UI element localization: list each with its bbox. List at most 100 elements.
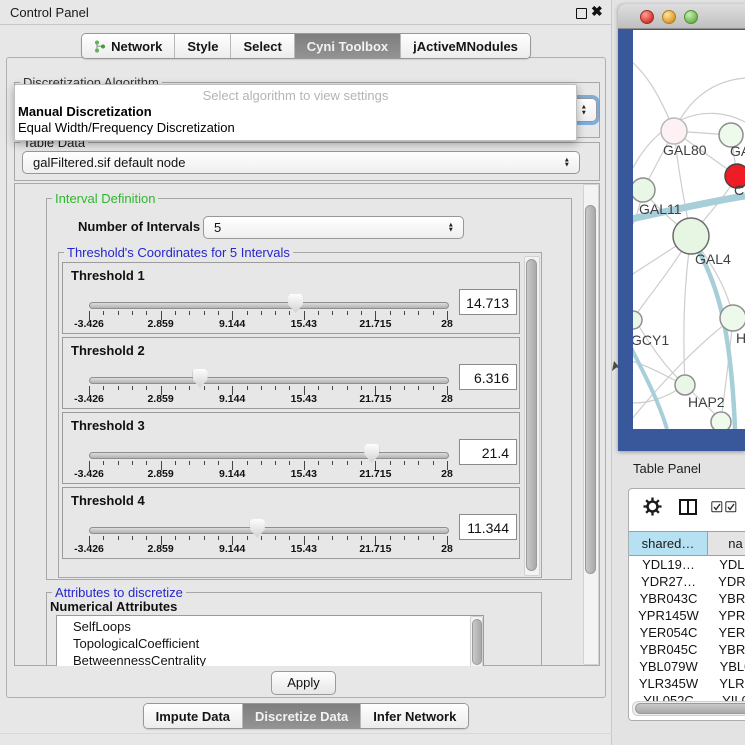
slider-scale-labels: -3.4262.8599.14415.4321.71528	[89, 393, 447, 406]
num-intervals-label: Number of Intervals	[78, 219, 200, 234]
tab-infer-network[interactable]: Infer Network	[361, 704, 468, 728]
label-partial-c: C	[734, 182, 744, 198]
node-hap2[interactable]	[675, 375, 695, 395]
threshold-value-field[interactable]: 6.316	[459, 364, 517, 390]
attribute-item[interactable]: SelfLoops	[57, 618, 483, 635]
attribute-item[interactable]: TopologicalCoefficient	[57, 635, 483, 652]
threshold-value-field[interactable]: 14.713	[459, 289, 517, 315]
slider-scale-labels: -3.4262.8599.14415.4321.71528	[89, 543, 447, 556]
split-columns-icon[interactable]	[679, 499, 697, 515]
table-horizontal-scrollbar[interactable]	[632, 701, 745, 716]
threshold-value-field[interactable]: 11.344	[459, 514, 517, 540]
table-cell: YDL1	[708, 557, 745, 574]
slider-track[interactable]	[89, 302, 449, 309]
table-data-select[interactable]: galFiltered.sif default node ▲ ▼	[22, 151, 580, 174]
outer-scrollbar-thumb[interactable]	[585, 205, 596, 574]
label-gal80: GAL80	[663, 142, 707, 158]
attributes-scrollbar[interactable]	[470, 616, 483, 666]
table-data-selected-value: galFiltered.sif default node	[33, 155, 185, 170]
table-cell: YER054C	[629, 625, 708, 642]
table-cell: YDL19…	[629, 557, 708, 574]
slider-track[interactable]	[89, 527, 449, 534]
numerical-attributes-list[interactable]: SelfLoopsTopologicalCoefficientBetweenne…	[56, 615, 484, 666]
threshold-panel-3: Threshold 3-3.4262.8599.14415.4321.71528…	[62, 412, 520, 484]
table-cell: YBR0	[708, 642, 745, 659]
gear-icon[interactable]	[643, 497, 662, 516]
close-window-icon[interactable]	[640, 10, 654, 24]
table-panel: shared… na YDL19…YDL1YDR27…YDR2YBR043CYB…	[628, 488, 745, 721]
threshold-label: Threshold 4	[71, 493, 145, 508]
bottom-tabs: Impute DataDiscretize DataInfer Network	[143, 703, 470, 729]
thresholds-vertical-scrollbar[interactable]	[524, 256, 540, 576]
threshold-value-field[interactable]: 21.4	[459, 439, 517, 465]
tab-discretize-data[interactable]: Discretize Data	[243, 704, 361, 728]
dropdown-option-equal-width[interactable]: Equal Width/Frequency Discretization	[18, 120, 235, 135]
table-row[interactable]: YBR043CYBR0	[629, 591, 745, 608]
dropdown-option-manual[interactable]: Manual Discretization	[18, 104, 152, 119]
minimize-window-icon[interactable]	[662, 10, 676, 24]
network-window-titlebar[interactable]	[618, 4, 745, 29]
table-row[interactable]: YBR045CYBR0	[629, 642, 745, 659]
table-row[interactable]: YER054CYER0	[629, 625, 745, 642]
attribute-item[interactable]: BetweennessCentrality	[57, 652, 483, 666]
dropdown-prompt: Select algorithm to view settings	[15, 88, 576, 103]
screenshot-root: Control Panel ✖ NetworkStyleSelectCyni T…	[0, 0, 745, 745]
label-partial-h: H	[736, 330, 745, 346]
tab-cyni-toolbox[interactable]: Cyni Toolbox	[295, 34, 401, 58]
tab-label: Network	[111, 39, 162, 54]
column-header-name[interactable]: na	[708, 532, 745, 555]
table-header-row: shared… na	[629, 531, 745, 556]
tab-label: Style	[187, 39, 218, 54]
table-cell: YBR043C	[629, 591, 708, 608]
table-row[interactable]: YBL079WYBL0	[629, 659, 745, 676]
table-cell: YER0	[708, 625, 745, 642]
threshold-label: Threshold 3	[71, 418, 145, 433]
attributes-group-title: Attributes to discretize	[52, 585, 186, 600]
float-panel-button[interactable]	[576, 8, 587, 19]
column-header-shared[interactable]: shared…	[629, 532, 708, 555]
table-row[interactable]: YPR145WYPR1	[629, 608, 745, 625]
thresholds-scrollbar-thumb[interactable]	[526, 259, 537, 571]
tab-impute-data[interactable]: Impute Data	[144, 704, 243, 728]
slider-track[interactable]	[89, 377, 449, 384]
close-panel-icon[interactable]: ✖	[591, 3, 603, 20]
tab-label: Select	[243, 39, 281, 54]
checkboxes-icon[interactable]	[711, 501, 737, 513]
node-h[interactable]	[720, 305, 745, 331]
top-tabs: Network Style Select Cyni ToolboxjActiveMNo…	[81, 33, 531, 59]
threshold-panel-2: Threshold 2-3.4262.8599.14415.4321.71528…	[62, 337, 520, 409]
tab-select[interactable]: Select	[231, 34, 294, 58]
combo-stepper-icon: ▲ ▼	[581, 105, 587, 116]
label-gcy1: GCY1	[633, 332, 669, 348]
attributes-scrollbar-thumb[interactable]	[472, 619, 482, 665]
num-intervals-select[interactable]: 5 ▲ ▼	[203, 216, 464, 239]
num-intervals-value: 5	[214, 220, 221, 235]
slider-track[interactable]	[89, 452, 449, 459]
tab-jactivemnodules[interactable]: jActiveMNodules	[401, 34, 530, 58]
node-partial-bottom[interactable]	[711, 412, 731, 429]
tab-network[interactable]: Network	[82, 34, 175, 58]
combo-stepper-icon: ▲ ▼	[448, 222, 454, 233]
table-row[interactable]: YLR345WYLR3	[629, 676, 745, 693]
combo-stepper-icon: ▲ ▼	[564, 157, 570, 168]
table-row[interactable]: YDR27…YDR2	[629, 574, 745, 591]
table-hscrollbar-thumb[interactable]	[635, 703, 745, 714]
attribute-items: SelfLoopsTopologicalCoefficientBetweenne…	[57, 616, 483, 666]
interval-definition-title: Interval Definition	[52, 191, 158, 206]
apply-button[interactable]: Apply	[271, 671, 336, 695]
table-cell: YBR045C	[629, 642, 708, 659]
network-graph: GAL80 GA C GAL11 GAL4 GCY1 H HAP2	[633, 30, 745, 429]
node-gal4[interactable]	[673, 218, 709, 254]
node-gal80[interactable]	[661, 118, 687, 144]
zoom-window-icon[interactable]	[684, 10, 698, 24]
label-hap2: HAP2	[688, 394, 725, 410]
top-tabs-row: Network Style Select Cyni ToolboxjActiveMNo…	[0, 33, 612, 59]
tab-style[interactable]: Style	[175, 34, 231, 58]
network-canvas[interactable]: GAL80 GA C GAL11 GAL4 GCY1 H HAP2	[633, 30, 745, 429]
table-row[interactable]: YDL19…YDL1	[629, 557, 745, 574]
table-cell: YLR3	[708, 676, 745, 693]
node-gal11[interactable]	[633, 178, 655, 202]
node-gcy1[interactable]	[633, 311, 642, 329]
table-cell: YBL079W	[629, 659, 708, 676]
threshold-panel-4: Threshold 4 -3.4262.8599.14415.4321.71528…	[62, 487, 520, 559]
